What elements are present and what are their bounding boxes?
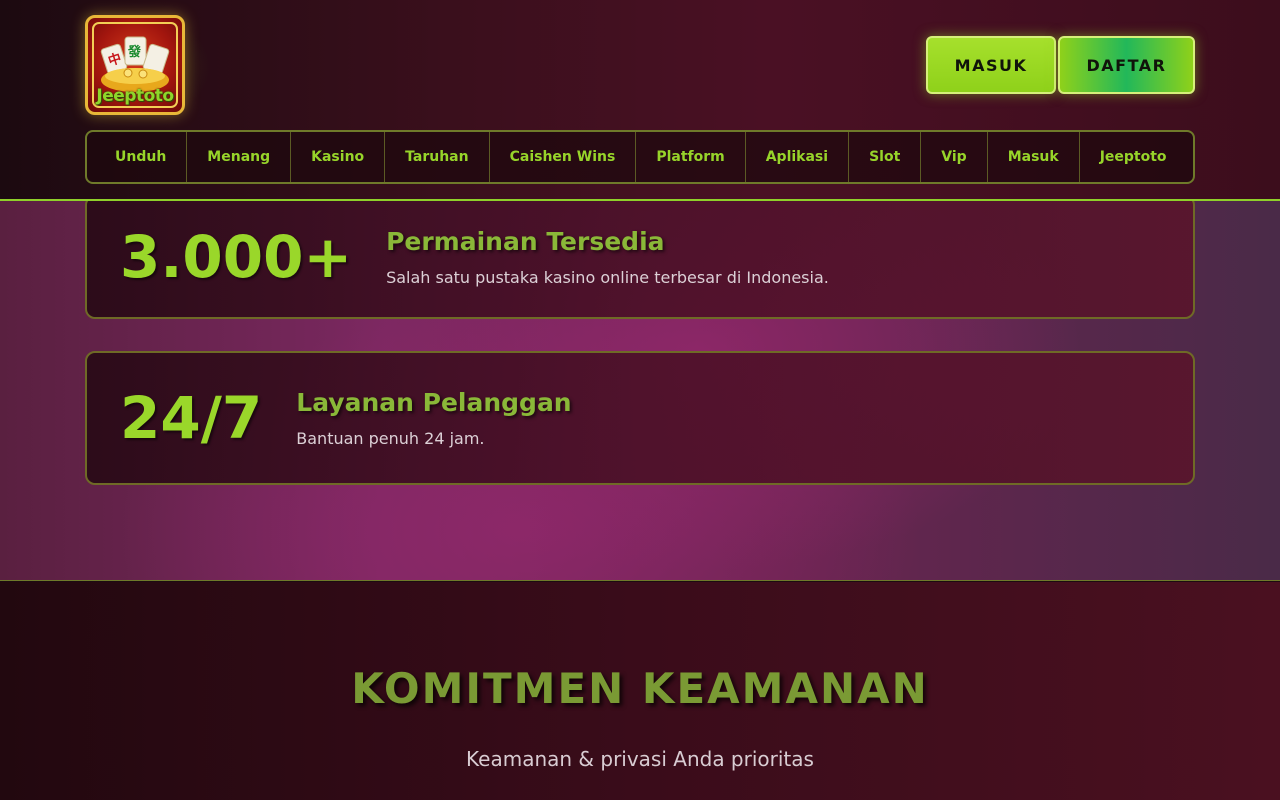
nav-item-kasino[interactable]: Kasino bbox=[291, 132, 386, 182]
stat-description: Bantuan penuh 24 jam. bbox=[296, 429, 485, 448]
nav-item-masuk[interactable]: Masuk bbox=[988, 132, 1080, 182]
logo-wordmark: Jeeptoto bbox=[96, 86, 174, 106]
nav-item-vip[interactable]: Vip bbox=[921, 132, 988, 182]
stats-section: 3.000+ Permainan Tersedia Salah satu pus… bbox=[0, 195, 1280, 581]
stat-title: Layanan Pelanggan bbox=[296, 388, 572, 417]
main-nav: Unduh Menang Kasino Taruhan Caishen Wins… bbox=[85, 130, 1195, 184]
nav-item-menang[interactable]: Menang bbox=[187, 132, 292, 182]
stat-value: 24/7 bbox=[120, 384, 263, 452]
security-subtitle: Keamanan & privasi Anda prioritas bbox=[466, 747, 814, 771]
stat-description: Salah satu pustaka kasino online terbesa… bbox=[386, 268, 829, 287]
security-section: KOMITMEN KEAMANAN Keamanan & privasi And… bbox=[0, 582, 1280, 800]
svg-text:發: 發 bbox=[127, 44, 141, 60]
nav-item-jeeptoto[interactable]: Jeeptoto bbox=[1080, 132, 1187, 182]
stat-text: Permainan Tersedia Salah satu pustaka ka… bbox=[386, 227, 829, 287]
nav-item-taruhan[interactable]: Taruhan bbox=[385, 132, 490, 182]
site-header: 中 發 Jeeptoto MASUK DAFTAR Unduh Menang K… bbox=[0, 0, 1280, 201]
nav-item-slot[interactable]: Slot bbox=[849, 132, 922, 182]
stat-card-games: 3.000+ Permainan Tersedia Salah satu pus… bbox=[85, 195, 1195, 319]
nav-item-platform[interactable]: Platform bbox=[636, 132, 746, 182]
nav-item-unduh[interactable]: Unduh bbox=[95, 132, 188, 182]
security-title: KOMITMEN KEAMANAN bbox=[351, 664, 929, 713]
stat-text: Layanan Pelanggan Bantuan penuh 24 jam. bbox=[296, 388, 571, 448]
stat-title: Permainan Tersedia bbox=[386, 227, 665, 256]
stat-value: 3.000+ bbox=[120, 223, 353, 291]
login-button[interactable]: MASUK bbox=[926, 36, 1056, 94]
nav-item-aplikasi[interactable]: Aplikasi bbox=[746, 132, 850, 182]
site-logo[interactable]: 中 發 Jeeptoto bbox=[85, 15, 185, 115]
nav-item-caishen-wins[interactable]: Caishen Wins bbox=[490, 132, 637, 182]
register-button[interactable]: DAFTAR bbox=[1058, 36, 1195, 94]
stat-card-support: 24/7 Layanan Pelanggan Bantuan penuh 24 … bbox=[85, 351, 1195, 485]
